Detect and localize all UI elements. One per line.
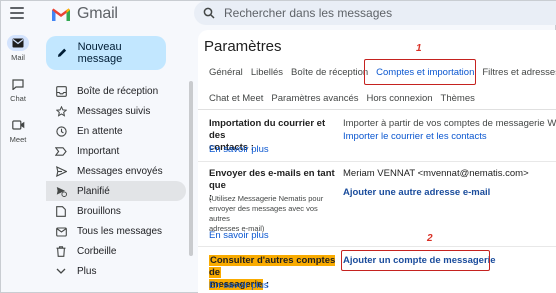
send-icon	[55, 165, 67, 177]
important-icon	[55, 145, 67, 157]
tab-general[interactable]: Général	[209, 67, 243, 78]
sidebar-scrollbar[interactable]	[189, 81, 193, 256]
app-name: Gmail	[77, 5, 118, 22]
all-mail-icon	[55, 225, 67, 237]
clock-icon	[55, 125, 67, 137]
sidebar-item-sent[interactable]: Messages envoyés	[46, 161, 186, 181]
annotation-box-accounts-tab	[364, 59, 476, 85]
section-divider	[198, 161, 556, 162]
tab-filters[interactable]: Filtres et adresses b	[482, 67, 556, 78]
sidebar-item-label: En attente	[77, 125, 123, 137]
sidebar-item-label: Boîte de réception	[77, 85, 159, 97]
chat-icon	[7, 76, 29, 92]
scheduled-icon	[55, 185, 67, 197]
search-input[interactable]	[224, 6, 524, 20]
sidebar-item-scheduled[interactable]: Planifié	[46, 181, 186, 201]
sidebar-nav: Boîte de réception Messages suivis En at…	[46, 81, 186, 281]
search-bar[interactable]	[194, 1, 556, 25]
sidebar-item-label: Tous les messages	[77, 225, 163, 237]
sidebar-item-trash[interactable]: Corbeille	[46, 241, 186, 261]
sidebar-item-drafts[interactable]: Brouillons	[46, 201, 186, 221]
send-as-learn-more-link[interactable]: En savoir plus	[209, 230, 269, 241]
send-as-hint-line2: envoyer des messages avec vos autres	[209, 204, 318, 223]
import-label-line1: Importation du courrier et des	[209, 118, 326, 141]
rail-mail[interactable]: Mail	[1, 35, 35, 62]
annotation-marker-1: 1	[416, 43, 422, 54]
tab-chat-meet[interactable]: Chat et Meet	[209, 93, 263, 104]
search-icon[interactable]	[203, 7, 215, 19]
draft-icon	[55, 205, 67, 217]
tab-themes[interactable]: Thèmes	[441, 93, 475, 104]
chevron-down-icon	[55, 265, 67, 277]
sidebar-item-all-mail[interactable]: Tous les messages	[46, 221, 186, 241]
gmail-logo[interactable]: Gmail	[51, 5, 118, 23]
tab-inbox[interactable]: Boîte de réception	[291, 67, 368, 78]
sidebar-item-label: Messages suivis	[77, 105, 151, 117]
tab-labels[interactable]: Libellés	[251, 67, 283, 78]
other-accounts-learn-more-link[interactable]: En savoir plus	[209, 280, 269, 291]
import-learn-more-link[interactable]: En savoir plus	[209, 144, 269, 155]
compose-button[interactable]: Nouveau message	[46, 36, 166, 70]
star-icon	[55, 105, 67, 117]
add-email-address-link[interactable]: Ajouter une autre adresse e-mail	[343, 187, 490, 198]
tab-advanced[interactable]: Paramètres avancés	[271, 93, 358, 104]
sidebar-item-label: Corbeille	[77, 245, 117, 257]
send-as-label-line1: Envoyer des e-mails en tant que	[209, 168, 335, 191]
sidebar-item-label: Messages envoyés	[77, 165, 163, 177]
tab-offline[interactable]: Hors connexion	[367, 93, 433, 104]
sidebar-item-label: Brouillons	[77, 205, 121, 217]
settings-panel: Paramètres 1 Général Libellés Boîte de r…	[198, 30, 556, 293]
send-as-address: Meriam VENNAT <mvennat@nematis.com>	[343, 168, 529, 179]
pencil-icon	[57, 48, 67, 57]
section-divider	[198, 246, 556, 247]
compose-label: Nouveau message	[77, 41, 123, 65]
sidebar-item-snoozed[interactable]: En attente	[46, 121, 186, 141]
sidebar-item-label: Planifié	[77, 185, 110, 197]
sidebar-item-more[interactable]: Plus	[46, 261, 186, 281]
rail-meet[interactable]: Meet	[1, 117, 35, 144]
sidebar-item-starred[interactable]: Messages suivis	[46, 101, 186, 121]
top-bar: Gmail	[1, 1, 556, 29]
import-description: Importer à partir de vos comptes de mess…	[343, 118, 556, 129]
mail-icon	[7, 35, 29, 51]
gmail-logo-icon	[52, 8, 70, 21]
video-icon	[7, 117, 29, 133]
import-mail-contacts-link[interactable]: Importer le courrier et les contacts	[343, 131, 487, 142]
rail-chat-label: Chat	[10, 94, 26, 103]
rail-mail-label: Mail	[11, 53, 25, 62]
send-as-hint-line1: (Utilisez Messagerie Nematis pour	[209, 194, 324, 203]
tabs-divider	[198, 109, 556, 110]
menu-icon[interactable]	[10, 7, 24, 19]
app-rail: Mail Chat Meet	[1, 35, 35, 158]
rail-meet-label: Meet	[9, 135, 27, 144]
sidebar-item-label: Plus	[77, 265, 97, 277]
settings-tabs-row-2: Chat et Meet Paramètres avancés Hors con…	[209, 93, 483, 104]
sidebar-item-important[interactable]: Important	[46, 141, 186, 161]
inbox-icon	[55, 85, 67, 97]
annotation-marker-2: 2	[427, 233, 433, 244]
page-title: Paramètres	[204, 38, 282, 55]
sidebar-item-label: Important	[77, 145, 120, 157]
trash-icon	[55, 245, 67, 257]
other-accounts-label-line1: Consulter d'autres comptes de	[209, 255, 336, 278]
sidebar-item-inbox[interactable]: Boîte de réception	[46, 81, 186, 101]
send-as-hint: (Utilisez Messagerie Nematis pour envoye…	[209, 194, 339, 234]
annotation-box-add-account	[341, 250, 490, 271]
rail-chat[interactable]: Chat	[1, 76, 35, 103]
